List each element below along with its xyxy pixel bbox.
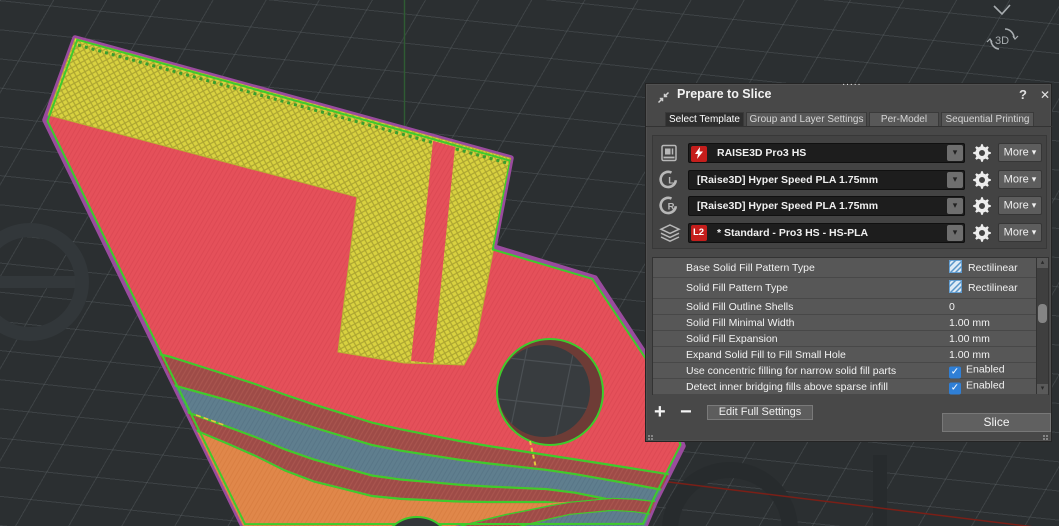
svg-text:L: L <box>668 175 674 186</box>
svg-text:3D: 3D <box>995 35 1009 47</box>
svg-text:R: R <box>668 202 675 213</box>
